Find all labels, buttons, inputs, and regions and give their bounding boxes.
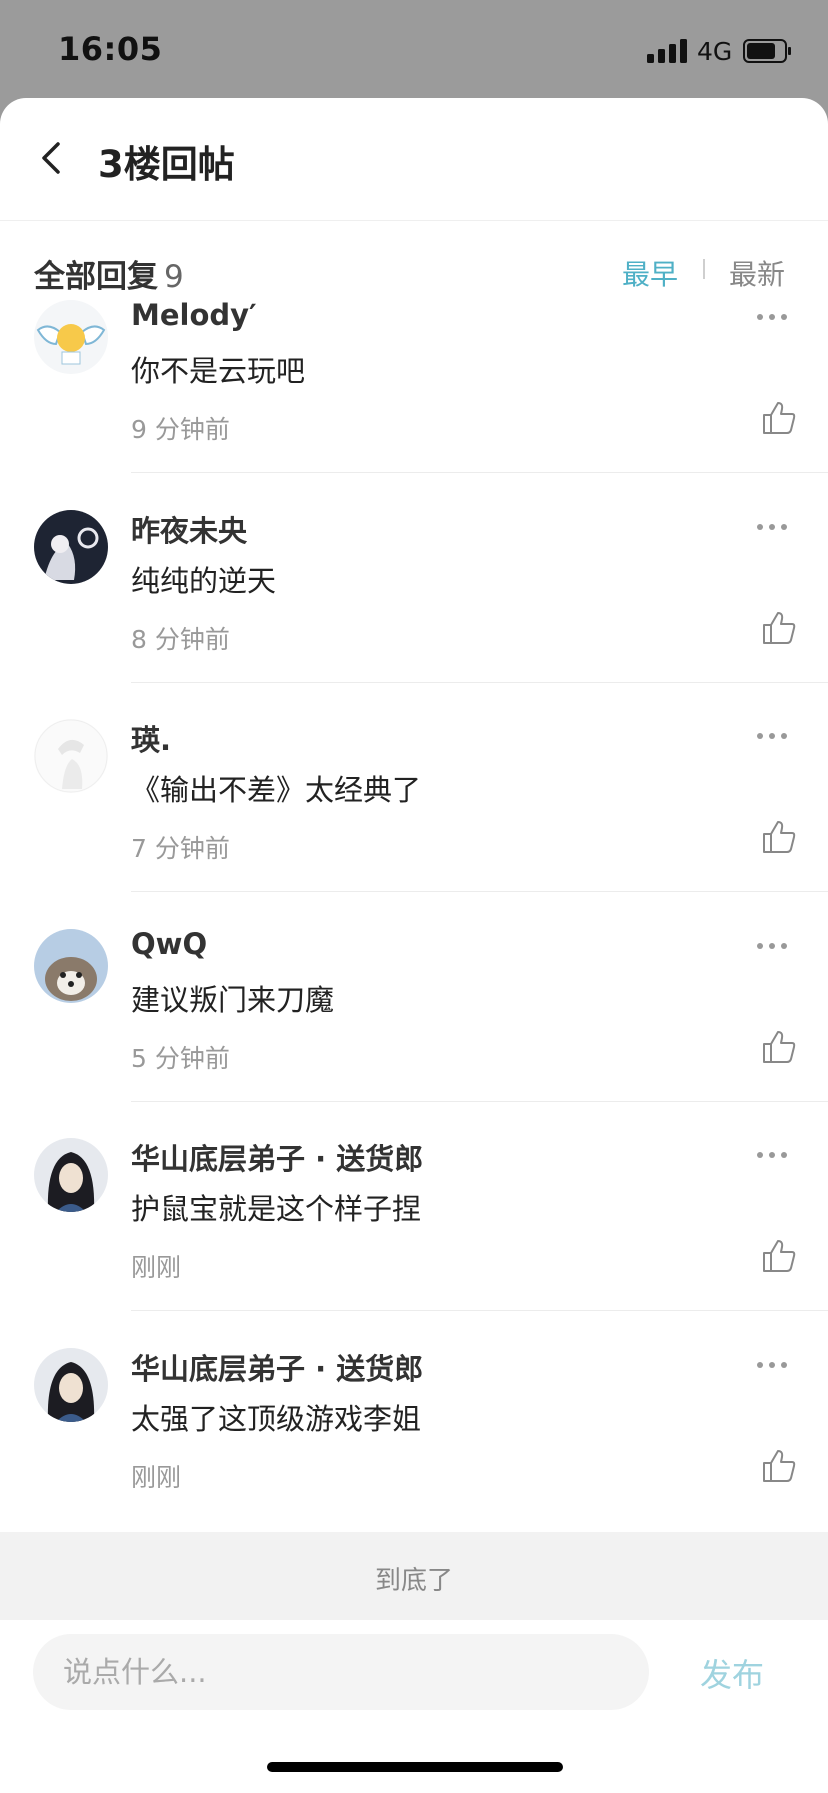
reply-content: 你不是云玩吧 (131, 354, 306, 388)
reply-item: 华山底层弟子 · 送货郎 护鼠宝就是这个样子捏 刚刚 (0, 1130, 828, 1340)
reply-content: 护鼠宝就是这个样子捏 (131, 1192, 422, 1227)
reply-divider (131, 472, 828, 473)
status-time: 16:05 (58, 30, 163, 68)
reply-item: 华山底层弟子 · 送货郎 太强了这顶级游戏李姐 刚刚 (0, 1340, 828, 1550)
reply-author[interactable]: 昨夜未央 (131, 508, 247, 550)
reply-time: 刚刚 (131, 1462, 182, 1492)
more-icon[interactable] (755, 941, 789, 951)
thumbs-up-icon[interactable] (761, 1029, 797, 1065)
reply-content: 太强了这顶级游戏李姐 (131, 1401, 422, 1436)
reply-item: 昨夜未央 纯纯的逆天 8 分钟前 (0, 502, 828, 712)
avatar[interactable] (34, 719, 108, 794)
reply-divider (131, 891, 828, 893)
publish-button[interactable]: 发布 (700, 1650, 764, 1696)
more-icon[interactable] (755, 731, 789, 741)
reply-author[interactable]: QwQ (131, 927, 207, 961)
status-bar: 16:05 4G (0, 0, 828, 98)
avatar[interactable] (34, 300, 108, 374)
reply-content: 《输出不差》太经典了 (131, 773, 422, 808)
all-replies-label: 全部回复 9 (34, 251, 184, 296)
end-of-list-text: 到底了 (374, 1566, 453, 1596)
comment-input[interactable] (33, 1634, 649, 1710)
reply-item: QwQ 建议叛门来刀魔 5 分钟前 (0, 921, 828, 1131)
comment-bar: 发布 (0, 1620, 828, 1793)
avatar[interactable] (34, 1138, 108, 1213)
avatar[interactable] (34, 1347, 108, 1422)
reply-time: 7 分钟前 (131, 834, 230, 864)
more-icon[interactable] (755, 312, 789, 322)
avatar[interactable] (34, 509, 108, 584)
nav-bar: 3楼回帖 (0, 98, 828, 221)
reply-time: 5 分钟前 (131, 1043, 230, 1073)
reply-author[interactable]: 华山底层弟子 · 送货郎 (131, 1346, 423, 1388)
end-of-list-bar: 到底了 (0, 1532, 828, 1620)
reply-list: Melody′ 你不是云玩吧 9 分钟前 昨夜未央 纯纯的逆天 8 分钟前 瑛. (0, 298, 828, 1564)
more-icon[interactable] (755, 1150, 789, 1160)
page-title: 3楼回帖 (98, 143, 235, 186)
reply-divider (131, 1100, 828, 1102)
thumbs-up-icon[interactable] (761, 819, 797, 855)
reply-time: 9 分钟前 (131, 415, 230, 444)
more-icon[interactable] (755, 522, 789, 532)
avatar[interactable] (34, 928, 108, 1003)
reply-divider (131, 1310, 828, 1312)
more-icon[interactable] (755, 1360, 789, 1370)
all-replies-text: 全部回复 (34, 259, 158, 295)
reply-count: 9 (164, 259, 184, 295)
sort-earliest-tab[interactable]: 最早 (622, 253, 678, 293)
thumbs-up-icon[interactable] (761, 610, 797, 646)
thumbs-up-icon[interactable] (761, 1448, 797, 1484)
reply-author[interactable]: 华山底层弟子 · 送货郎 (131, 1136, 423, 1178)
reply-time: 刚刚 (131, 1253, 182, 1283)
thumbs-up-icon[interactable] (761, 400, 797, 436)
thumbs-up-icon[interactable] (761, 1238, 797, 1274)
reply-content: 纯纯的逆天 (131, 563, 277, 598)
network-type: 4G (697, 37, 733, 66)
reply-author[interactable]: Melody′ (131, 298, 257, 332)
chevron-left-icon[interactable] (36, 138, 68, 178)
sort-latest-tab[interactable]: 最新 (729, 253, 785, 293)
reply-divider (131, 681, 828, 683)
home-indicator[interactable] (267, 1762, 563, 1772)
reply-item: Melody′ 你不是云玩吧 9 分钟前 (0, 292, 828, 502)
reply-content: 建议叛门来刀魔 (131, 982, 335, 1017)
reply-item: 瑛. 《输出不差》太经典了 7 分钟前 (0, 711, 828, 921)
reply-author[interactable]: 瑛. (131, 717, 171, 759)
battery-icon (743, 39, 791, 63)
reply-time: 8 分钟前 (131, 624, 230, 654)
signal-icon (647, 39, 689, 63)
sort-divider (703, 259, 705, 279)
